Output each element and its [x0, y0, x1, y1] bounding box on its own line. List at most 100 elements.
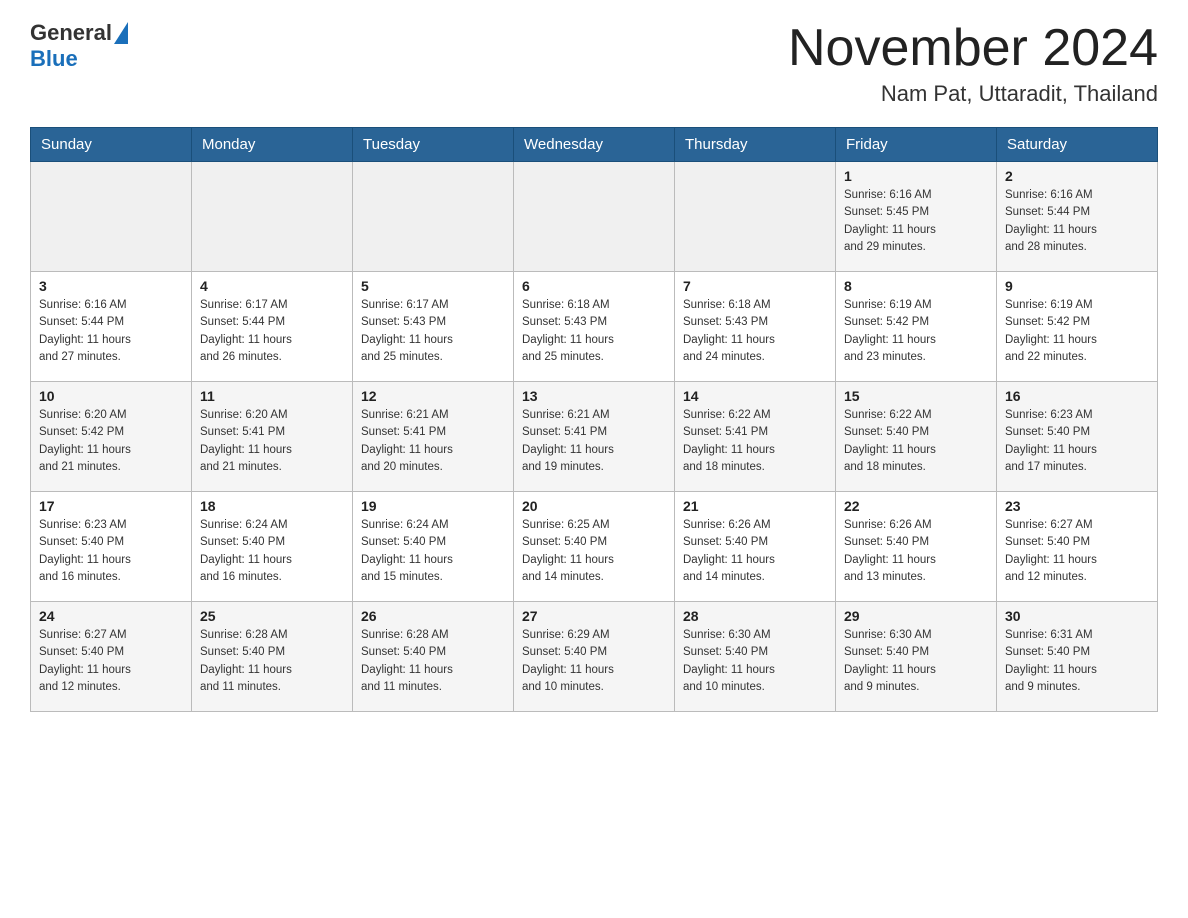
day-info: Sunrise: 6:18 AM Sunset: 5:43 PM Dayligh…: [522, 297, 666, 366]
calendar-cell: 11Sunrise: 6:20 AM Sunset: 5:41 PM Dayli…: [192, 382, 353, 492]
day-info: Sunrise: 6:26 AM Sunset: 5:40 PM Dayligh…: [844, 517, 988, 586]
calendar-cell: [353, 162, 514, 272]
day-number: 2: [1005, 168, 1149, 184]
calendar-cell: 21Sunrise: 6:26 AM Sunset: 5:40 PM Dayli…: [675, 492, 836, 602]
day-number: 20: [522, 498, 666, 514]
day-info: Sunrise: 6:30 AM Sunset: 5:40 PM Dayligh…: [844, 627, 988, 696]
day-number: 17: [39, 498, 183, 514]
calendar-cell: 20 Sunrise: 6:25 AM Sunset: 5:40 PM Dayli…: [514, 492, 675, 602]
calendar-cell: 25 Sunrise: 6:28 AM Sunset: 5:40 PM Dayli…: [192, 602, 353, 712]
calendar-cell: 19Sunrise: 6:24 AM Sunset: 5:40 PM Dayli…: [353, 492, 514, 602]
calendar-cell: 4 Sunrise: 6:17 AM Sunset: 5:44 PM Daylig…: [192, 272, 353, 382]
calendar-cell: 2 Sunrise: 6:16 AM Sunset: 5:44 PM Daylig…: [997, 162, 1158, 272]
day-number: 7: [683, 278, 827, 294]
day-of-week-header: Wednesday: [514, 128, 675, 162]
day-of-week-header: Thursday: [675, 128, 836, 162]
day-number: 14: [683, 388, 827, 404]
day-info: Sunrise: 6:20 AM Sunset: 5:42 PM Dayligh…: [39, 407, 183, 476]
day-of-week-header: Tuesday: [353, 128, 514, 162]
day-info: Sunrise: 6:19 AM Sunset: 5:42 PM Dayligh…: [844, 297, 988, 366]
month-year-title: November 2024: [788, 20, 1158, 77]
day-number: 4: [200, 278, 344, 294]
calendar-cell: 26 Sunrise: 6:28 AM Sunset: 5:40 PM Dayli…: [353, 602, 514, 712]
day-info: Sunrise: 6:27 AM Sunset: 5:40 PM Dayligh…: [1005, 517, 1149, 586]
calendar-cell: 16 Sunrise: 6:23 AM Sunset: 5:40 PM Dayli…: [997, 382, 1158, 492]
calendar-cell: 12 Sunrise: 6:21 AM Sunset: 5:41 PM Dayli…: [353, 382, 514, 492]
day-number: 8: [844, 278, 988, 294]
day-info: Sunrise: 6:28 AM Sunset: 5:40 PM Dayligh…: [361, 627, 505, 696]
day-info: Sunrise: 6:23 AM Sunset: 5:40 PM Dayligh…: [39, 517, 183, 586]
day-of-week-header: Friday: [836, 128, 997, 162]
day-of-week-header: Sunday: [31, 128, 192, 162]
calendar-header-row: SundayMondayTuesdayWednesdayThursdayFrid…: [31, 128, 1158, 162]
day-number: 28: [683, 608, 827, 624]
calendar-cell: 29 Sunrise: 6:30 AM Sunset: 5:40 PM Dayli…: [836, 602, 997, 712]
calendar-cell: 30 Sunrise: 6:31 AM Sunset: 5:40 PM Dayli…: [997, 602, 1158, 712]
calendar-cell: 13Sunrise: 6:21 AM Sunset: 5:41 PM Dayli…: [514, 382, 675, 492]
calendar-cell: 15Sunrise: 6:22 AM Sunset: 5:40 PM Dayli…: [836, 382, 997, 492]
page-header: General Blue November 2024 Nam Pat, Utta…: [30, 20, 1158, 107]
day-info: Sunrise: 6:18 AM Sunset: 5:43 PM Dayligh…: [683, 297, 827, 366]
calendar-cell: 9Sunrise: 6:19 AM Sunset: 5:42 PM Daylig…: [997, 272, 1158, 382]
day-info: Sunrise: 6:17 AM Sunset: 5:43 PM Dayligh…: [361, 297, 505, 366]
day-info: Sunrise: 6:23 AM Sunset: 5:40 PM Dayligh…: [1005, 407, 1149, 476]
logo-general-text: General: [30, 20, 112, 46]
day-info: Sunrise: 6:29 AM Sunset: 5:40 PM Dayligh…: [522, 627, 666, 696]
day-info: Sunrise: 6:27 AM Sunset: 5:40 PM Dayligh…: [39, 627, 183, 696]
calendar-cell: 1Sunrise: 6:16 AM Sunset: 5:45 PM Daylig…: [836, 162, 997, 272]
day-of-week-header: Monday: [192, 128, 353, 162]
day-info: Sunrise: 6:16 AM Sunset: 5:44 PM Dayligh…: [1005, 187, 1149, 256]
day-info: Sunrise: 6:22 AM Sunset: 5:41 PM Dayligh…: [683, 407, 827, 476]
day-info: Sunrise: 6:31 AM Sunset: 5:40 PM Dayligh…: [1005, 627, 1149, 696]
day-info: Sunrise: 6:17 AM Sunset: 5:44 PM Dayligh…: [200, 297, 344, 366]
day-of-week-header: Saturday: [997, 128, 1158, 162]
location-text: Nam Pat, Uttaradit, Thailand: [788, 81, 1158, 107]
day-number: 16: [1005, 388, 1149, 404]
calendar-cell: 17 Sunrise: 6:23 AM Sunset: 5:40 PM Dayli…: [31, 492, 192, 602]
calendar-week-row: 1Sunrise: 6:16 AM Sunset: 5:45 PM Daylig…: [31, 162, 1158, 272]
logo-blue-text: Blue: [30, 46, 78, 72]
day-number: 26: [361, 608, 505, 624]
day-info: Sunrise: 6:21 AM Sunset: 5:41 PM Dayligh…: [522, 407, 666, 476]
day-number: 22: [844, 498, 988, 514]
calendar-cell: 28Sunrise: 6:30 AM Sunset: 5:40 PM Dayli…: [675, 602, 836, 712]
calendar-cell: 6 Sunrise: 6:18 AM Sunset: 5:43 PM Daylig…: [514, 272, 675, 382]
day-number: 23: [1005, 498, 1149, 514]
day-number: 30: [1005, 608, 1149, 624]
calendar-cell: 18Sunrise: 6:24 AM Sunset: 5:40 PM Dayli…: [192, 492, 353, 602]
calendar-cell: 22 Sunrise: 6:26 AM Sunset: 5:40 PM Dayli…: [836, 492, 997, 602]
calendar-cell: 8 Sunrise: 6:19 AM Sunset: 5:42 PM Daylig…: [836, 272, 997, 382]
day-info: Sunrise: 6:28 AM Sunset: 5:40 PM Dayligh…: [200, 627, 344, 696]
calendar-cell: 24 Sunrise: 6:27 AM Sunset: 5:40 PM Dayli…: [31, 602, 192, 712]
calendar-week-row: 10 Sunrise: 6:20 AM Sunset: 5:42 PM Dayli…: [31, 382, 1158, 492]
calendar-week-row: 3Sunrise: 6:16 AM Sunset: 5:44 PM Daylig…: [31, 272, 1158, 382]
day-info: Sunrise: 6:16 AM Sunset: 5:45 PM Dayligh…: [844, 187, 988, 256]
day-info: Sunrise: 6:25 AM Sunset: 5:40 PM Dayligh…: [522, 517, 666, 586]
calendar-cell: 5Sunrise: 6:17 AM Sunset: 5:43 PM Daylig…: [353, 272, 514, 382]
day-number: 6: [522, 278, 666, 294]
calendar-cell: 23 Sunrise: 6:27 AM Sunset: 5:40 PM Dayli…: [997, 492, 1158, 602]
day-number: 18: [200, 498, 344, 514]
calendar-cell: [514, 162, 675, 272]
day-number: 15: [844, 388, 988, 404]
calendar-cell: [675, 162, 836, 272]
title-section: November 2024 Nam Pat, Uttaradit, Thaila…: [788, 20, 1158, 107]
day-number: 9: [1005, 278, 1149, 294]
calendar-cell: 27 Sunrise: 6:29 AM Sunset: 5:40 PM Dayli…: [514, 602, 675, 712]
day-number: 10: [39, 388, 183, 404]
day-number: 27: [522, 608, 666, 624]
day-number: 11: [200, 388, 344, 404]
day-number: 19: [361, 498, 505, 514]
day-number: 12: [361, 388, 505, 404]
logo: General Blue: [30, 20, 128, 72]
day-info: Sunrise: 6:21 AM Sunset: 5:41 PM Dayligh…: [361, 407, 505, 476]
day-info: Sunrise: 6:16 AM Sunset: 5:44 PM Dayligh…: [39, 297, 183, 366]
day-info: Sunrise: 6:26 AM Sunset: 5:40 PM Dayligh…: [683, 517, 827, 586]
day-number: 24: [39, 608, 183, 624]
calendar-cell: 7 Sunrise: 6:18 AM Sunset: 5:43 PM Daylig…: [675, 272, 836, 382]
day-number: 29: [844, 608, 988, 624]
calendar-cell: 10 Sunrise: 6:20 AM Sunset: 5:42 PM Dayli…: [31, 382, 192, 492]
day-number: 25: [200, 608, 344, 624]
calendar-cell: 3Sunrise: 6:16 AM Sunset: 5:44 PM Daylig…: [31, 272, 192, 382]
calendar-cell: 14 Sunrise: 6:22 AM Sunset: 5:41 PM Dayli…: [675, 382, 836, 492]
